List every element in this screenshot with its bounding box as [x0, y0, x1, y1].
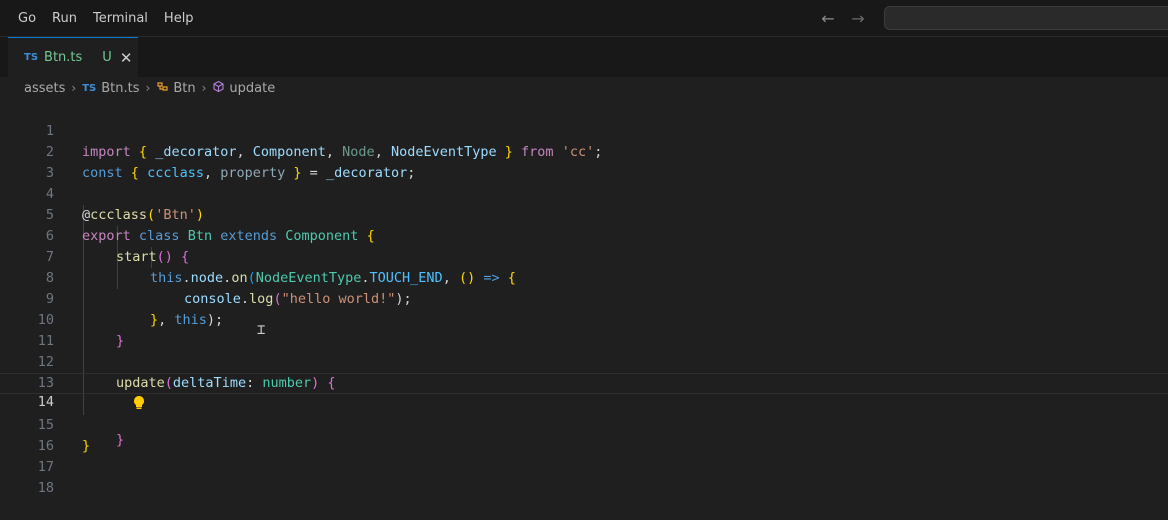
typescript-file-icon: TS [82, 82, 97, 94]
menu-go[interactable]: Go [10, 11, 44, 26]
menu-bar: Go Run Terminal Help [10, 0, 202, 36]
code-line: 9 }, this); [0, 268, 1168, 328]
tab-btn-ts[interactable]: TS Btn.ts U ✕ [8, 37, 138, 77]
close-icon[interactable]: ✕ [120, 49, 133, 67]
command-center-search[interactable] [884, 6, 1168, 30]
code-line: 6 start() { [0, 205, 1168, 265]
title-bar: Go Run Terminal Help ← → [0, 0, 1168, 37]
code-line: 18 [0, 457, 1168, 496]
line-number: 18 [37, 480, 54, 496]
navigation-arrows: ← → [818, 8, 868, 28]
code-line: 17 [0, 436, 1168, 475]
code-line: 15 } [0, 394, 1168, 454]
code-line: 16 [0, 415, 1168, 454]
menu-run[interactable]: Run [44, 11, 85, 26]
chevron-right-icon: › [145, 81, 151, 95]
breadcrumb-file[interactable]: Btn.ts [101, 81, 139, 96]
code-line: 13 [0, 352, 1168, 391]
editor-tab-bar: TS Btn.ts U ✕ [0, 37, 1168, 77]
class-symbol-icon [156, 80, 169, 96]
tab-label: Btn.ts [44, 50, 83, 65]
code-line-current: 14 } [0, 373, 1168, 448]
code-line: 4 @ccclass('Btn') [0, 163, 1168, 223]
code-line: 1 import { _decorator, Component, Node, … [0, 100, 1168, 160]
menu-help[interactable]: Help [156, 11, 202, 26]
chevron-right-icon: › [71, 81, 77, 95]
code-line: 3 [0, 142, 1168, 181]
text-cursor-icon: ⌶ [257, 322, 266, 338]
code-line: 2 const { ccclass, property } = _decorat… [0, 121, 1168, 181]
forward-arrow-icon[interactable]: → [848, 8, 868, 28]
typescript-file-icon: TS [24, 52, 39, 63]
code-line: 10 } [0, 289, 1168, 349]
method-symbol-icon [212, 80, 225, 97]
back-arrow-icon[interactable]: ← [818, 8, 838, 28]
breadcrumb-folder[interactable]: assets [24, 81, 65, 96]
lightbulb-icon[interactable] [83, 376, 144, 409]
untracked-status-badge: U [102, 50, 112, 65]
code-line: 12 update(deltaTime: number) { [0, 331, 1168, 391]
breadcrumb-method[interactable]: update [229, 81, 275, 96]
code-editor[interactable]: 1 import { _decorator, Component, Node, … [0, 100, 1168, 496]
code-line: 7 this.node.on(NodeEventType.TOUCH_END, … [0, 226, 1168, 286]
breadcrumb-class[interactable]: Btn [173, 81, 195, 96]
code-line: 11 [0, 310, 1168, 349]
code-line: 5 export class Btn extends Component { [0, 184, 1168, 244]
menu-terminal[interactable]: Terminal [85, 11, 156, 26]
code-line: 8 console.log("hello world!"); [0, 247, 1168, 307]
breadcrumb: assets › TS Btn.ts › Btn › update [0, 77, 1168, 99]
chevron-right-icon: › [201, 81, 207, 95]
